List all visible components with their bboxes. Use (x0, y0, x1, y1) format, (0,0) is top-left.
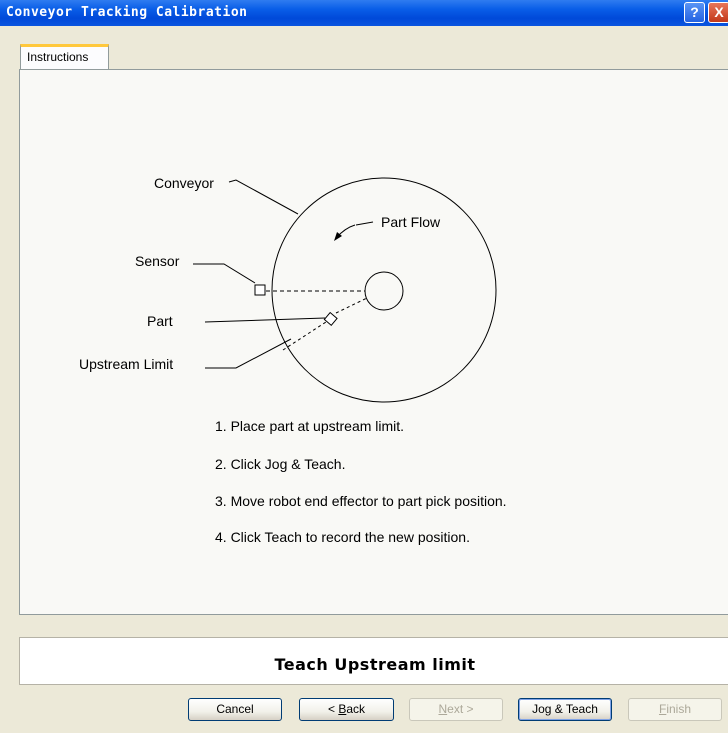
jog-teach-button[interactable]: Jog & Teach (518, 698, 612, 721)
status-text: Teach Upstream limit (274, 655, 476, 674)
step-item: 3. Move robot end effector to part pick … (215, 493, 507, 509)
part-leader (204, 317, 326, 323)
next-mnemonic: N (438, 702, 448, 716)
step-item: 2. Click Jog & Teach. (215, 456, 346, 472)
back-prefix: < (327, 702, 339, 716)
cancel-button[interactable]: Cancel (188, 698, 282, 721)
label-upstream-limit: Upstream Limit (79, 356, 173, 372)
step-item: 1. Place part at upstream limit. (215, 418, 405, 434)
label-part-flow: Part Flow (381, 214, 441, 230)
step-item: 4. Click Teach to record the new positio… (215, 529, 470, 545)
part-box (323, 311, 338, 326)
finish-rest: inish (666, 702, 692, 716)
sensor-leader (193, 263, 256, 284)
conveyor-circle (271, 177, 497, 403)
jog-teach-label: Jog & Teach (532, 702, 598, 716)
hub-circle (364, 271, 404, 311)
conveyor-leader (228, 179, 299, 215)
upstream-limit-path (282, 321, 327, 351)
finish-button[interactable]: Finish (628, 698, 722, 721)
part-path (335, 297, 368, 314)
next-rest: ext (447, 702, 464, 716)
label-part: Part (147, 313, 173, 329)
status-box: Teach Upstream limit (19, 637, 728, 685)
cancel-label: Cancel (216, 702, 254, 716)
label-sensor: Sensor (135, 253, 180, 269)
conveyor-diagram: Conveyor Part Flow Sensor Part Upstream … (79, 175, 497, 403)
upstream-limit-leader (205, 338, 292, 369)
sensor-box (254, 284, 266, 296)
back-button[interactable]: < Back (299, 698, 394, 721)
label-conveyor: Conveyor (154, 175, 214, 191)
part-flow-leader (355, 221, 374, 226)
back-rest: ack (346, 702, 366, 716)
next-button[interactable]: Next > (409, 698, 503, 721)
next-suffix: > (463, 702, 474, 716)
